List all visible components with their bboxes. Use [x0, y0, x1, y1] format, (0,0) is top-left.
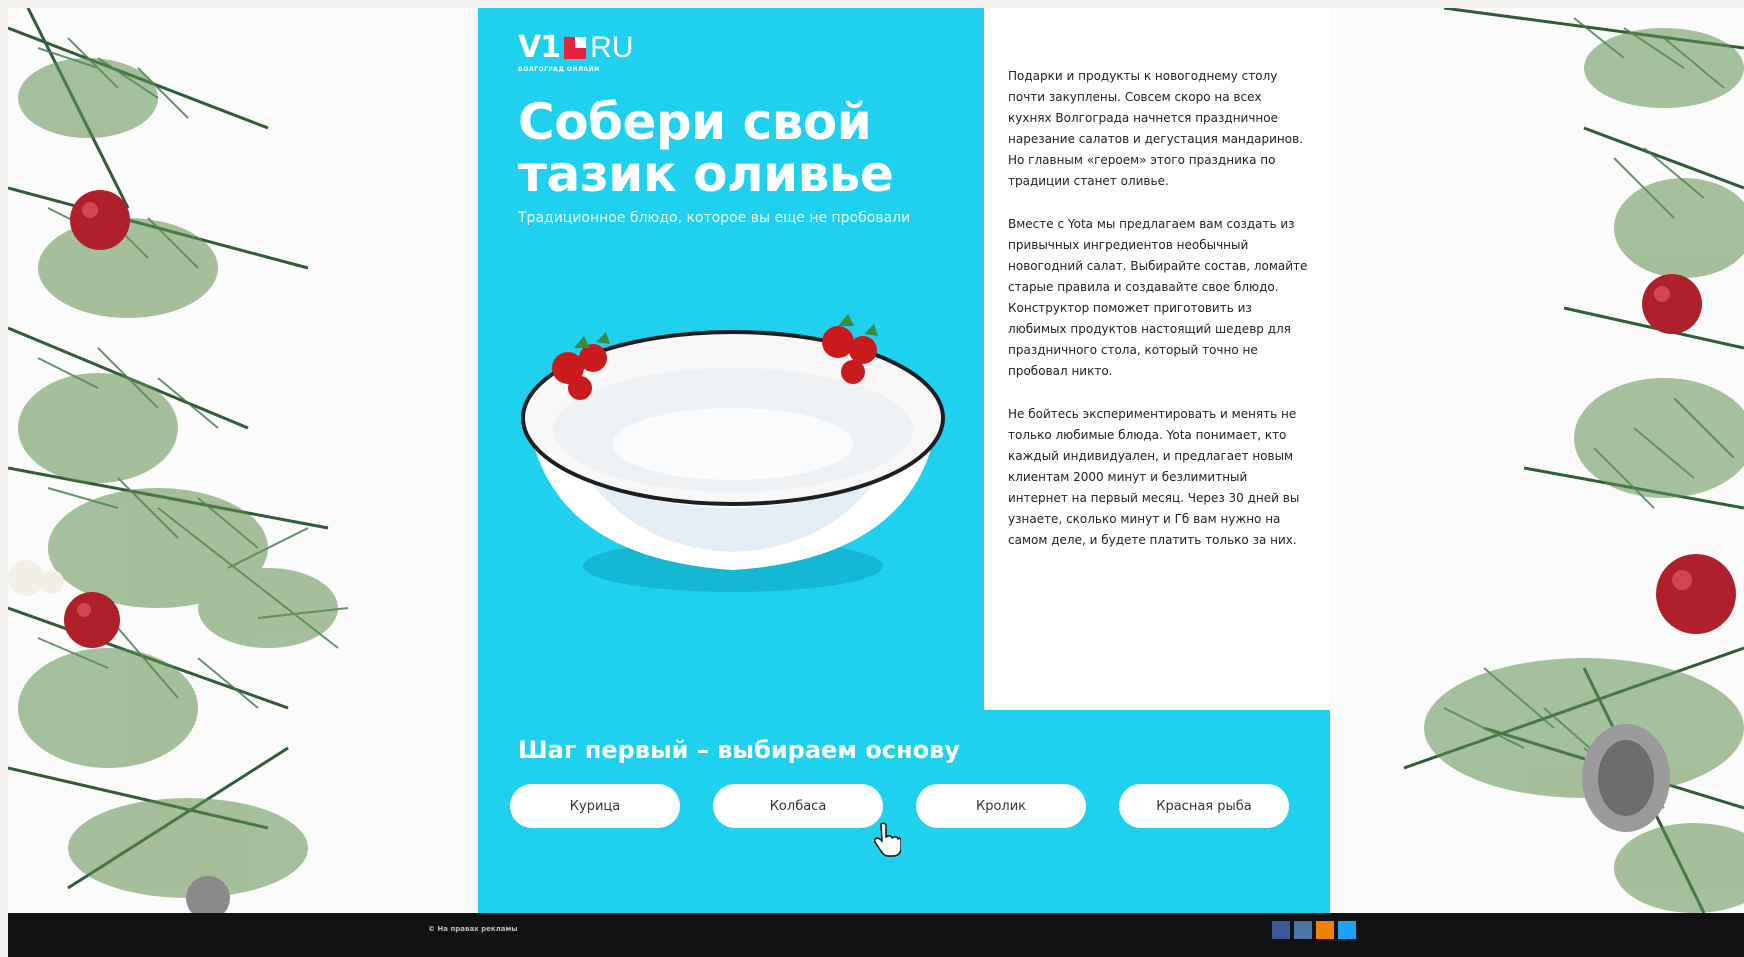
- page: V1 RU ВОЛГОГРАД ОНЛАЙН Собери свой тазик…: [8, 8, 1744, 957]
- site-logo[interactable]: V1 RU: [518, 30, 633, 65]
- logo-subtitle: ВОЛГОГРАД ОНЛАЙН: [518, 66, 600, 73]
- twitter-icon[interactable]: [1338, 921, 1356, 939]
- option-rabbit-button[interactable]: Кролик: [916, 784, 1086, 828]
- fir-branches-right-decoration: [1403, 8, 1744, 913]
- enamel-bowl-image: [521, 314, 945, 592]
- logo-ru-text: RU: [590, 30, 634, 64]
- option-chicken-button[interactable]: Курица: [510, 784, 680, 828]
- footer: © На правах рекламы: [8, 913, 1744, 957]
- option-sausage-button[interactable]: Колбаса: [713, 784, 883, 828]
- fir-branches-left-decoration: [8, 8, 349, 913]
- logo-mark-icon: [564, 36, 587, 59]
- social-links: [1272, 921, 1356, 939]
- step-title: Шаг первый – выбираем основу: [518, 736, 960, 764]
- option-red-fish-button[interactable]: Красная рыба: [1119, 784, 1289, 828]
- facebook-icon[interactable]: [1272, 921, 1290, 939]
- page-subtitle: Традиционное блюдо, которое вы еще не пр…: [518, 210, 911, 226]
- odnoklassniki-icon[interactable]: [1316, 921, 1334, 939]
- page-title: Собери свой тазик оливье: [518, 93, 894, 203]
- hand-pointer-icon: [874, 822, 901, 857]
- logo-v1-text: V1: [518, 30, 561, 65]
- vk-icon[interactable]: [1294, 921, 1312, 939]
- article-paragraph: Не бойтесь экспериментировать и менять н…: [1008, 407, 1300, 547]
- article-paragraph: Вместе с Yota мы предлагаем вам создать …: [1008, 217, 1308, 378]
- article-text: Подарки и продукты к новогоднему столу п…: [1008, 66, 1308, 573]
- copyright-text: © На правах рекламы: [428, 925, 518, 933]
- article-paragraph: Подарки и продукты к новогоднему столу п…: [1008, 69, 1304, 188]
